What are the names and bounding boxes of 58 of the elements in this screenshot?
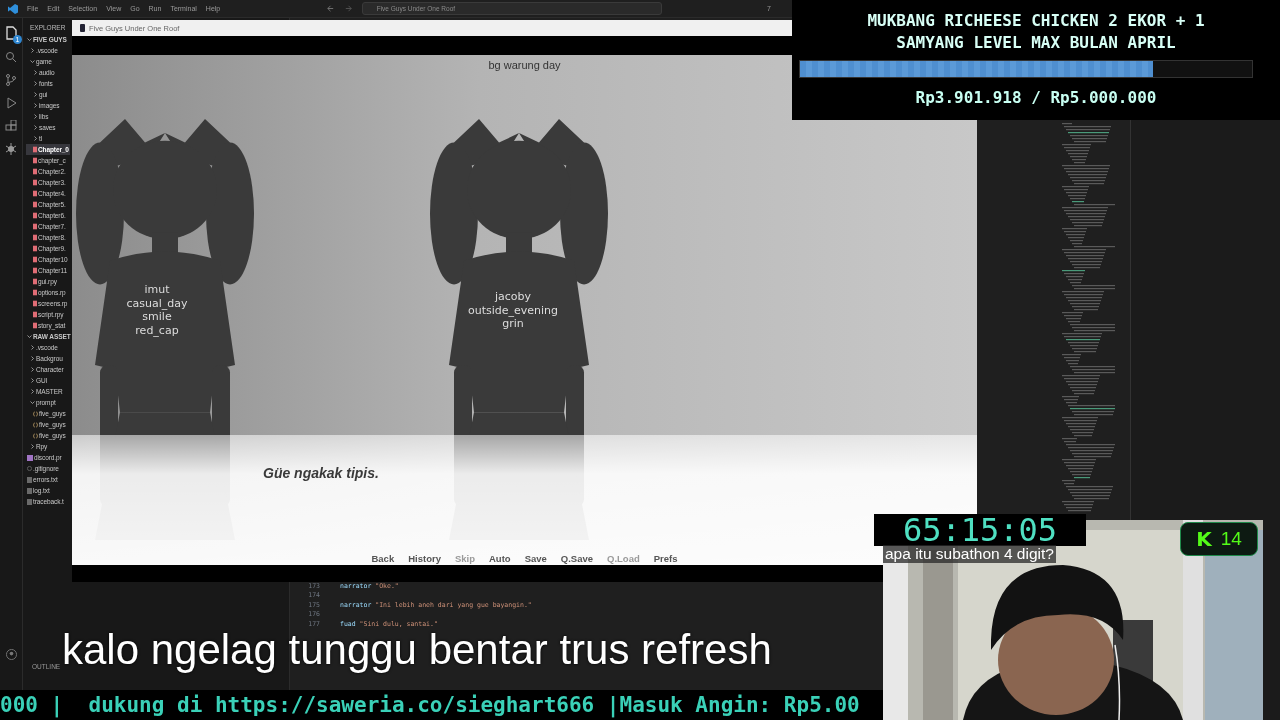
viewer-count: 14	[1220, 528, 1242, 550]
chevron-icon	[30, 345, 35, 350]
image-icon	[27, 454, 33, 461]
chevron-icon	[30, 356, 35, 361]
goal-title: MUKBANG RICHEESE CHICKEN 2 EKOR + 1	[867, 10, 1205, 32]
play-icon[interactable]	[5, 97, 17, 109]
chevron-icon	[27, 37, 32, 42]
text-file-icon	[27, 498, 32, 505]
character-tag: red_cap	[135, 323, 179, 337]
chat-caption: apa itu subathon 4 digit?	[883, 545, 1056, 563]
platform-logo: K	[1196, 527, 1212, 551]
character-tag: smile	[142, 310, 172, 324]
chevron-icon	[33, 136, 38, 141]
chevron-icon	[30, 367, 35, 372]
chevron-icon	[33, 125, 38, 130]
chevron-icon	[27, 334, 32, 339]
chevron-icon	[30, 59, 35, 64]
app-icon	[80, 24, 85, 32]
bug-icon[interactable]	[5, 143, 17, 155]
chevron-icon	[30, 389, 35, 394]
character-tag: casual_day	[126, 296, 188, 310]
scene-label: bg warung day	[487, 59, 562, 71]
chevron-icon	[33, 92, 38, 97]
circle-icon	[27, 466, 32, 471]
branch-icon[interactable]	[5, 74, 17, 86]
timer-display: 65:15:05	[874, 514, 1086, 546]
dialogue-text: Güe ngakak tipis.	[263, 465, 379, 481]
chevron-icon	[30, 444, 35, 449]
goal-title: SAMYANG LEVEL MAX BULAN APRIL	[896, 32, 1176, 54]
chevron-icon	[30, 400, 35, 405]
character-tag: jacoby	[494, 290, 532, 304]
braces-icon	[33, 421, 38, 428]
character-tag: grin	[502, 317, 524, 331]
quick-menu-button[interactable]: Q.Save	[560, 553, 594, 564]
chevron-icon	[33, 103, 38, 108]
character-tag: imut	[144, 283, 170, 297]
quick-menu-button[interactable]: Prefs	[653, 553, 678, 564]
braces-icon	[33, 432, 38, 439]
text-file-icon	[27, 476, 32, 483]
app-logo-icon	[8, 3, 18, 14]
character-tag: outside_evening	[467, 303, 559, 317]
chevron-icon	[30, 378, 35, 383]
goal-amount: Rp3.901.918 / Rp5.000.000	[915, 88, 1157, 107]
quick-menu-button[interactable]: History	[408, 553, 441, 564]
back-arrow-icon[interactable]	[325, 4, 335, 13]
chevron-icon	[30, 48, 35, 53]
quick-menu-button[interactable]: Save	[524, 553, 547, 564]
chevron-icon	[33, 114, 38, 119]
chevron-icon	[33, 70, 38, 75]
extensions-icon[interactable]	[5, 120, 17, 132]
quick-menu-button[interactable]: Auto	[489, 553, 511, 564]
account-icon[interactable]	[5, 649, 17, 660]
search-icon[interactable]	[5, 51, 17, 63]
chevron-icon	[33, 81, 38, 86]
braces-icon	[33, 410, 38, 417]
ticker-text: 000 | dukung di https://saweria.co/sieghart666 |Masuk Angin: Rp5.00	[0, 693, 860, 717]
quick-menu-button[interactable]: Back	[371, 553, 395, 564]
text-file-icon	[27, 487, 32, 494]
